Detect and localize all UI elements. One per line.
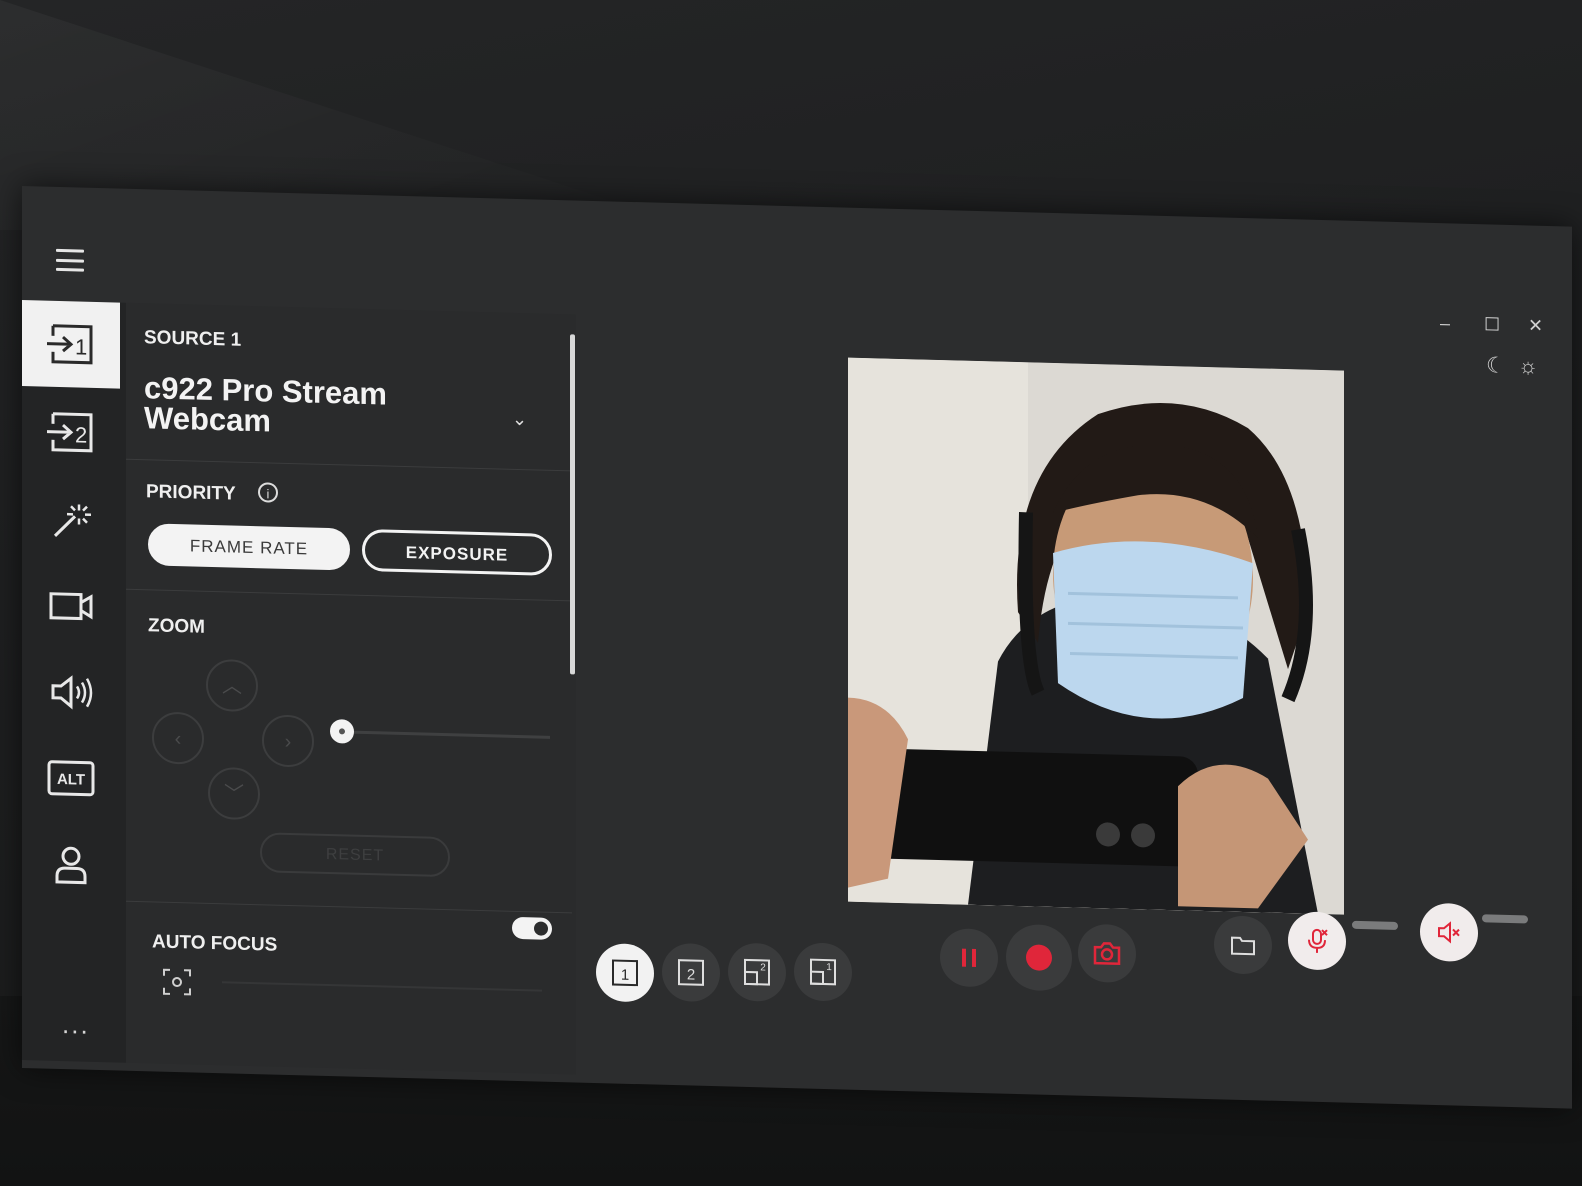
speaker-icon — [51, 675, 93, 710]
zoom-slider-handle[interactable] — [330, 719, 354, 744]
zoom-label: ZOOM — [148, 615, 205, 638]
sidebar-item-alt[interactable]: ALT — [22, 734, 120, 823]
snapshot-button[interactable] — [1078, 923, 1136, 984]
focus-icon — [163, 968, 191, 996]
sidebar: 1 2 ALT ... — [22, 300, 126, 1063]
sidebar-item-source-1[interactable]: 1 — [22, 300, 120, 389]
mic-mute-button[interactable] — [1288, 911, 1346, 971]
priority-label: PRIORITY — [146, 481, 236, 505]
minimize-button[interactable]: – — [1440, 313, 1450, 334]
svg-text:2: 2 — [75, 422, 87, 447]
panel-scrollbar[interactable] — [570, 334, 575, 675]
svg-text:1: 1 — [621, 967, 629, 984]
hamburger-menu-icon[interactable] — [56, 248, 84, 272]
pan-left-button[interactable]: ‹ — [152, 711, 204, 765]
reset-button[interactable]: RESET — [260, 832, 450, 878]
frame-rate-button[interactable]: FRAME RATE — [148, 523, 350, 571]
more-options-button[interactable]: ... — [62, 1009, 90, 1041]
pause-icon — [962, 948, 976, 967]
auto-focus-toggle[interactable] — [512, 916, 552, 940]
scene-2-button[interactable]: 2 — [662, 942, 720, 1003]
speaker-mute-button[interactable] — [1420, 902, 1478, 963]
pan-down-button[interactable]: ﹀ — [208, 766, 260, 821]
folder-icon — [1231, 936, 1255, 956]
mic-muted-icon — [1308, 928, 1328, 953]
svg-text:2: 2 — [687, 966, 695, 983]
svg-text:2: 2 — [760, 962, 766, 973]
light-mode-sun-icon[interactable]: ☼ — [1518, 353, 1538, 380]
sidebar-item-source-2[interactable]: 2 — [22, 388, 120, 477]
svg-text:1: 1 — [826, 962, 832, 973]
alt-icon: ALT — [47, 760, 95, 797]
source-device-name[interactable]: c922 Pro Stream Webcam — [144, 370, 504, 442]
source-1-icon: 1 — [47, 324, 93, 365]
auto-focus-label: AUTO FOCUS — [152, 931, 278, 956]
maximize-button[interactable]: ☐ — [1484, 314, 1500, 335]
scene-pip-1-2-button[interactable]: 2 — [728, 942, 786, 1003]
scene-2-icon: 2 — [678, 959, 704, 986]
info-icon[interactable]: i — [258, 482, 278, 503]
pause-button[interactable] — [940, 928, 998, 988]
picture-in-picture-icon: 1 — [810, 958, 836, 986]
sidebar-item-effects[interactable] — [22, 476, 120, 565]
chevron-down-icon[interactable]: ⌄ — [512, 409, 527, 430]
scene-1-icon: 1 — [612, 959, 638, 987]
sidebar-item-account[interactable] — [22, 820, 120, 909]
speaker-level-slider[interactable] — [1482, 914, 1528, 924]
picture-in-picture-icon: 2 — [744, 958, 770, 986]
magic-wand-icon — [53, 504, 91, 537]
pan-right-button[interactable]: › — [262, 714, 314, 768]
snapshot-icon — [1093, 942, 1121, 966]
user-icon — [55, 846, 87, 885]
close-button[interactable]: ✕ — [1528, 315, 1543, 336]
app-window: – ☐ ✕ ☾ ☼ 1 2 ALT ... SOURCE 1 c922 Pro … — [22, 186, 1572, 1109]
svg-text:ALT: ALT — [57, 771, 85, 789]
record-icon — [1026, 944, 1052, 971]
source-label: SOURCE 1 — [144, 327, 242, 351]
sidebar-item-camera[interactable] — [22, 562, 120, 651]
svg-text:1: 1 — [75, 334, 87, 359]
mic-level-slider[interactable] — [1352, 920, 1398, 931]
sidebar-item-audio[interactable] — [22, 648, 120, 737]
exposure-button[interactable]: EXPOSURE — [362, 528, 552, 576]
speaker-muted-icon — [1438, 921, 1460, 944]
dark-mode-moon-icon[interactable]: ☾ — [1486, 352, 1506, 379]
camera-icon — [49, 592, 93, 621]
open-folder-button[interactable] — [1214, 915, 1272, 975]
scene-1-button[interactable]: 1 — [596, 943, 654, 1003]
webcam-video-frame — [848, 357, 1344, 915]
webcam-preview — [848, 357, 1344, 915]
scene-pip-2-1-button[interactable]: 1 — [794, 942, 852, 1002]
source-2-icon: 2 — [47, 412, 93, 453]
record-button[interactable] — [1006, 923, 1072, 992]
pan-up-button[interactable]: ︿ — [206, 658, 258, 713]
